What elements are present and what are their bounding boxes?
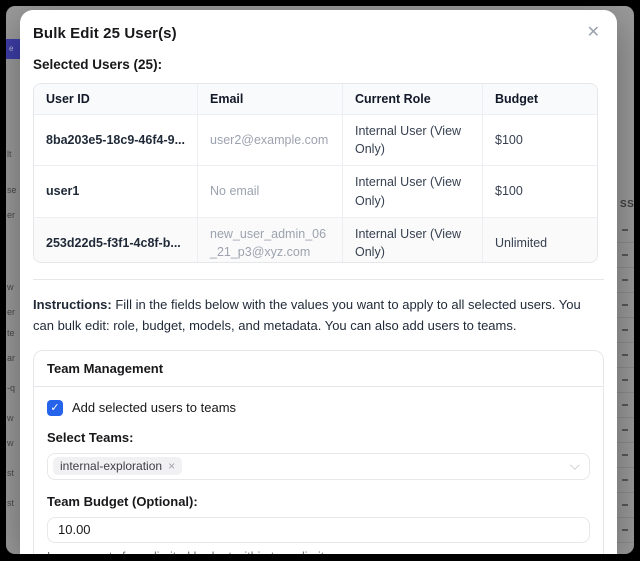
team-budget-label: Team Budget (Optional): bbox=[47, 494, 590, 509]
user-id-cell: 253d22d5-f3f1-4c8f-b... bbox=[34, 218, 197, 263]
table-header-row: User ID Email Current Role Budget bbox=[34, 84, 597, 114]
modal-title: Bulk Edit 25 User(s) bbox=[33, 25, 177, 42]
budget-cell: Unlimited bbox=[482, 218, 597, 263]
checkbox-checked-icon[interactable]: ✓ bbox=[47, 400, 63, 416]
instructions-text: Instructions: Fill in the fields below w… bbox=[33, 294, 604, 337]
col-header-user-id: User ID bbox=[34, 84, 197, 114]
add-users-to-teams-row[interactable]: ✓ Add selected users to teams bbox=[47, 400, 590, 416]
email-cell: No email bbox=[197, 166, 342, 216]
background-text-fragment: -q bbox=[7, 383, 15, 393]
col-header-budget: Budget bbox=[482, 84, 597, 114]
team-tag: internal-exploration × bbox=[53, 457, 182, 475]
instructions-label: Instructions: bbox=[33, 297, 112, 312]
team-tag-label: internal-exploration bbox=[60, 459, 162, 473]
team-budget-input[interactable] bbox=[47, 517, 590, 543]
background-text-fragment: se bbox=[7, 185, 17, 195]
background-text-fragment: w bbox=[7, 438, 14, 448]
background-page-right-strip: SS bbox=[617, 6, 634, 554]
remove-team-icon[interactable]: × bbox=[168, 459, 175, 473]
team-management-body: ✓ Add selected users to teams Select Tea… bbox=[34, 387, 603, 554]
role-cell: Internal User (View Only) bbox=[342, 166, 482, 216]
background-text-fragment: ar bbox=[7, 353, 15, 363]
user-id-cell: 8ba203e5-18c9-46f4-9... bbox=[34, 115, 197, 165]
background-text-fragment: te bbox=[7, 328, 15, 338]
team-management-section: Team Management ✓ Add selected users to … bbox=[33, 350, 604, 554]
select-teams-label: Select Teams: bbox=[47, 430, 590, 445]
selected-users-label: Selected Users (25): bbox=[33, 57, 604, 72]
bulk-edit-modal: Bulk Edit 25 User(s) ✕ Selected Users (2… bbox=[20, 10, 617, 554]
background-text-fragment: st bbox=[7, 498, 14, 508]
screenshot-frame: e lt se er w er te ar -q w w st st SS Bu… bbox=[0, 0, 640, 561]
team-management-title: Team Management bbox=[34, 351, 603, 387]
table-row: user1 No email Internal User (View Only)… bbox=[34, 165, 597, 216]
role-cell: Internal User (View Only) bbox=[342, 218, 482, 263]
email-cell: new_user_admin_06_21_p3@xyz.com bbox=[197, 218, 342, 263]
dimmed-app-background: e lt se er w er te ar -q w w st st SS Bu… bbox=[6, 6, 634, 554]
table-row: 253d22d5-f3f1-4c8f-b... new_user_admin_0… bbox=[34, 217, 597, 263]
add-users-to-teams-label: Add selected users to teams bbox=[72, 400, 236, 415]
table-row: 8ba203e5-18c9-46f4-9... user2@example.co… bbox=[34, 114, 597, 165]
budget-cell: $100 bbox=[482, 115, 597, 165]
budget-hint: Leave empty for unlimited budget within … bbox=[47, 550, 590, 554]
selected-users-table[interactable]: User ID Email Current Role Budget 8ba203… bbox=[33, 83, 598, 263]
background-text-fragment: er bbox=[7, 307, 15, 317]
role-cell: Internal User (View Only) bbox=[342, 115, 482, 165]
email-cell: user2@example.com bbox=[197, 115, 342, 165]
background-text-fragment: er bbox=[7, 210, 15, 220]
background-text-fragment: st bbox=[7, 468, 14, 478]
background-table-dashes bbox=[617, 218, 634, 554]
background-text-fragment: lt bbox=[7, 149, 12, 159]
user-id-cell: user1 bbox=[34, 166, 197, 216]
modal-header: Bulk Edit 25 User(s) ✕ bbox=[33, 25, 604, 43]
section-divider bbox=[33, 279, 604, 280]
budget-cell: $100 bbox=[482, 166, 597, 216]
col-header-current-role: Current Role bbox=[342, 84, 482, 114]
col-header-email: Email bbox=[197, 84, 342, 114]
background-column-header-fragment: SS bbox=[620, 199, 634, 210]
background-text-fragment: w bbox=[7, 413, 14, 423]
close-icon[interactable]: ✕ bbox=[583, 23, 604, 43]
chevron-down-icon bbox=[570, 460, 580, 470]
background-sidebar-selected-item: e bbox=[6, 39, 20, 59]
background-page-left-strip: e lt se er w er te ar -q w w st st bbox=[6, 6, 21, 554]
teams-multiselect[interactable]: internal-exploration × bbox=[47, 453, 590, 480]
background-text-fragment: w bbox=[7, 282, 14, 292]
